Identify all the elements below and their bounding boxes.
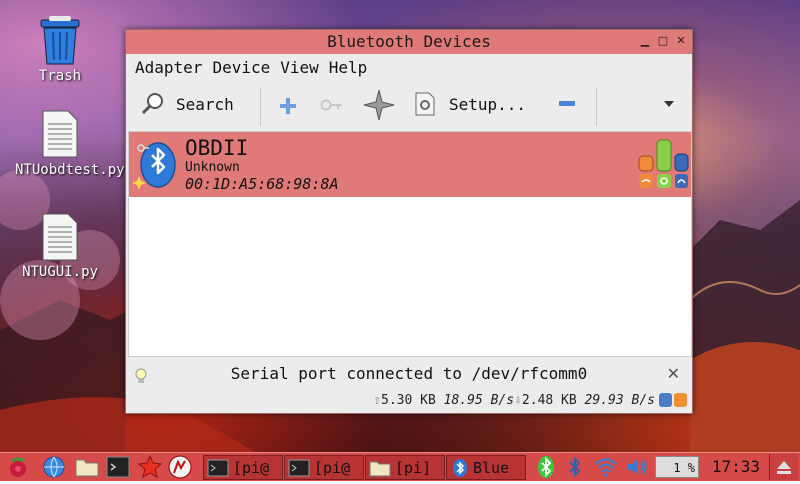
setup-label: Setup... bbox=[449, 94, 527, 114]
device-type: Unknown bbox=[185, 160, 240, 175]
menu-help[interactable]: Help bbox=[324, 58, 373, 77]
folder-icon bbox=[369, 461, 391, 476]
search-icon bbox=[141, 93, 163, 115]
setup-button[interactable]: Setup... bbox=[414, 92, 526, 116]
task-file-manager[interactable]: [pi] bbox=[365, 455, 445, 480]
toolbar: Search Setup... bbox=[126, 80, 692, 130]
menu-adapter[interactable]: Adapter bbox=[130, 58, 207, 77]
download-amount: 2.48 KB bbox=[521, 392, 577, 408]
status-area: Serial port connected to /dev/rfcomm0 ✕ bbox=[126, 360, 692, 388]
device-row[interactable]: OBDII Unknown 00:1D:A5:68:98:8A bbox=[129, 132, 691, 197]
clock[interactable]: 17:33 bbox=[712, 457, 760, 476]
key-icon[interactable] bbox=[320, 98, 344, 112]
taskbar: [pi@ [pi@ [pi] Blue 1 % 17:33 bbox=[0, 452, 800, 481]
mathematica-icon[interactable] bbox=[138, 455, 162, 479]
wifi-icon[interactable] bbox=[594, 455, 618, 479]
status-message: Serial port connected to /dev/rfcomm0 bbox=[230, 364, 588, 383]
raspberry-menu-icon[interactable] bbox=[6, 455, 30, 479]
bluetooth-devices-window: Bluetooth Devices ▁ □ ✕ Adapter Device V… bbox=[125, 29, 693, 414]
task-terminal-2[interactable]: [pi@ bbox=[284, 455, 364, 480]
device-name: OBDII bbox=[185, 136, 249, 160]
task-terminal-1[interactable]: [pi@ bbox=[203, 455, 283, 480]
wolfram-icon[interactable] bbox=[168, 455, 192, 479]
window-title: Bluetooth Devices bbox=[327, 32, 491, 51]
terminal-icon[interactable] bbox=[106, 455, 130, 479]
device-address: 00:1D:A5:68:98:8A bbox=[185, 175, 339, 193]
add-device-icon[interactable] bbox=[278, 96, 298, 116]
close-window-button[interactable]: ✕ bbox=[674, 33, 688, 49]
upload-rate: 18.95 B/s bbox=[443, 392, 515, 408]
trust-star-icon[interactable] bbox=[363, 89, 395, 121]
transfer-stats: ⇧ 5.30 KB 18.95 B/s ⇩ 2.48 KB 29.93 B/s bbox=[373, 390, 688, 410]
toolbar-separator bbox=[260, 88, 261, 126]
task-label: [pi@ bbox=[233, 458, 270, 477]
remove-device-icon[interactable] bbox=[559, 100, 575, 108]
cpu-monitor[interactable]: 1 % bbox=[655, 456, 699, 478]
download-arrow-icon: ⇩ bbox=[514, 392, 522, 408]
toolbar-separator bbox=[596, 88, 597, 126]
chevron-down-icon[interactable] bbox=[663, 100, 675, 108]
terminal-icon bbox=[288, 459, 310, 476]
eject-icon bbox=[777, 461, 791, 474]
task-label: [pi] bbox=[395, 458, 432, 477]
volume-icon[interactable] bbox=[625, 455, 649, 479]
title-bar[interactable]: Bluetooth Devices ▁ □ ✕ bbox=[126, 30, 692, 54]
python-file-icon[interactable] bbox=[42, 213, 78, 261]
bluetooth-icon bbox=[453, 458, 467, 477]
upload-arrow-icon: ⇧ bbox=[373, 392, 382, 408]
minimize-button[interactable]: ▁ bbox=[638, 33, 652, 49]
device-list: OBDII Unknown 00:1D:A5:68:98:8A bbox=[128, 131, 692, 357]
upload-amount: 5.30 KB bbox=[381, 392, 436, 408]
file-manager-icon[interactable] bbox=[74, 455, 100, 479]
eject-button[interactable] bbox=[769, 454, 798, 480]
menu-view[interactable]: View bbox=[275, 58, 324, 77]
task-label: Blue bbox=[473, 458, 510, 477]
close-status-icon[interactable]: ✕ bbox=[667, 364, 680, 383]
setup-icon bbox=[415, 92, 435, 116]
transfer-indicator-icons bbox=[659, 393, 687, 407]
download-rate: 29.93 B/s bbox=[584, 392, 655, 408]
terminal-icon bbox=[207, 459, 229, 476]
bluetooth-device-icon bbox=[133, 142, 176, 190]
maximize-button[interactable]: □ bbox=[656, 33, 670, 49]
file-label-ntugui: NTUGUI.py bbox=[22, 264, 98, 280]
search-button[interactable]: Search bbox=[140, 91, 234, 117]
bluetooth-manager-tray-icon[interactable] bbox=[536, 455, 556, 479]
menu-bar: Adapter Device View Help bbox=[126, 54, 692, 80]
task-bluetooth[interactable]: Blue bbox=[446, 455, 526, 480]
python-file-icon[interactable] bbox=[42, 110, 78, 158]
trash-icon[interactable] bbox=[37, 16, 83, 66]
signal-strength-icons bbox=[638, 139, 689, 188]
web-browser-icon[interactable] bbox=[42, 455, 66, 479]
trash-label: Trash bbox=[38, 68, 82, 84]
search-label: Search bbox=[176, 94, 234, 114]
file-label-ntuobdtest: NTUobdtest.py bbox=[15, 162, 125, 178]
menu-device[interactable]: Device bbox=[207, 58, 275, 77]
bluetooth-tray-icon[interactable] bbox=[566, 455, 584, 479]
task-label: [pi@ bbox=[314, 458, 351, 477]
